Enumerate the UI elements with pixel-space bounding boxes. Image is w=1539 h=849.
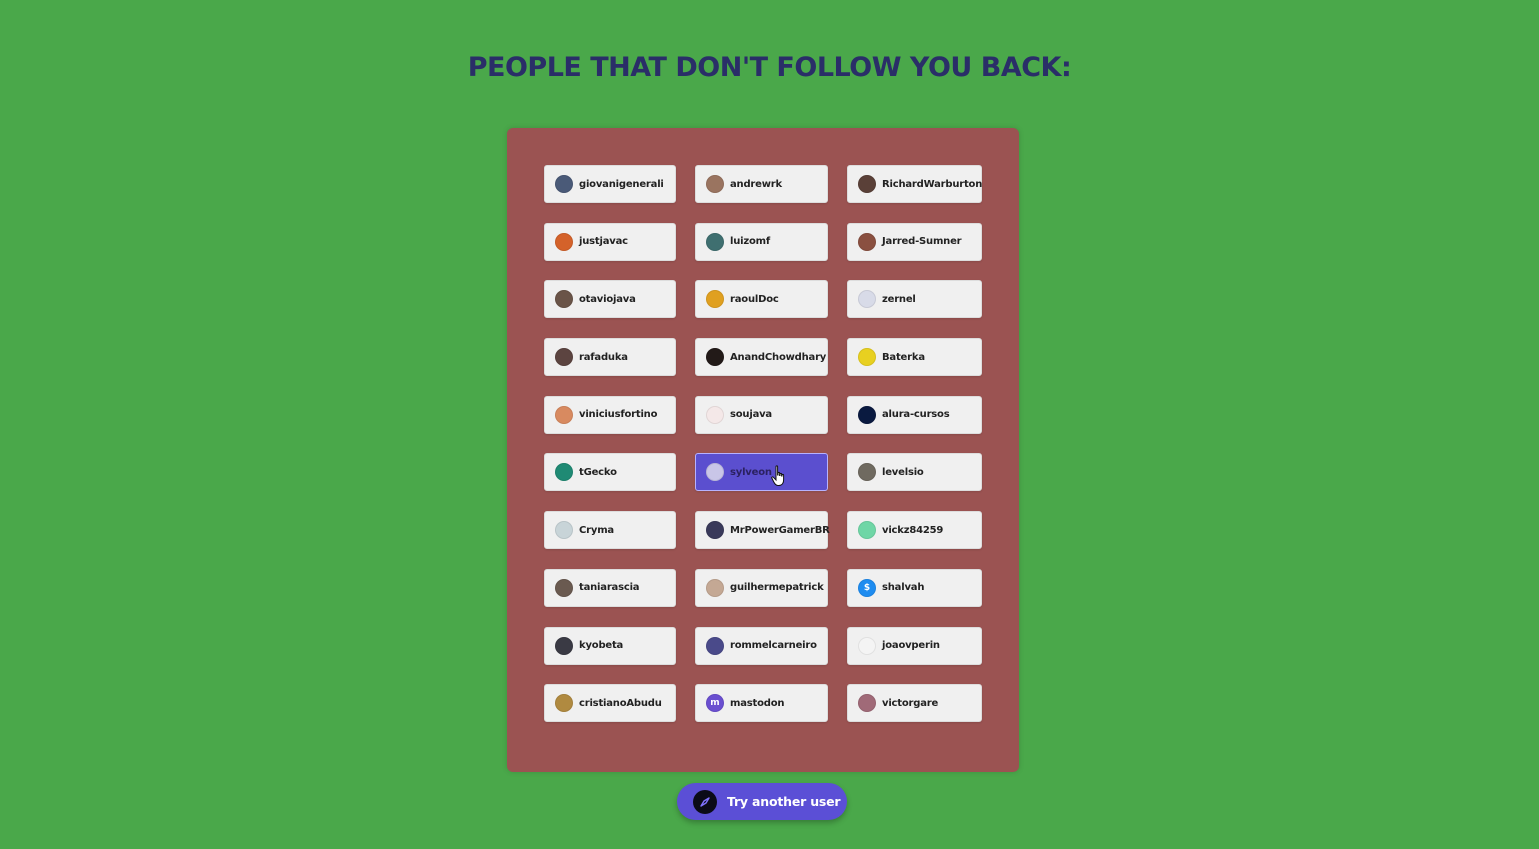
username-label: Baterka (882, 351, 925, 363)
username-label: raoulDoc (730, 293, 779, 305)
avatar (858, 348, 876, 367)
username-label: MrPowerGamerBR (730, 524, 830, 536)
avatar (555, 405, 573, 424)
user-card-richardwarburton[interactable]: RichardWarburton (847, 165, 982, 203)
avatar (555, 290, 573, 309)
username-label: rafaduka (579, 351, 628, 363)
avatar (858, 636, 876, 655)
username-label: AnandChowdhary (730, 351, 827, 363)
user-card-giovanigenerali[interactable]: giovanigenerali (544, 165, 676, 203)
user-card-guilhermepatrick[interactable]: guilhermepatrick (695, 568, 828, 607)
user-card-victorgare[interactable]: victorgare (847, 684, 982, 723)
user-card-zernel[interactable]: zernel (847, 280, 982, 319)
avatar (706, 290, 724, 309)
avatar (706, 463, 724, 482)
username-label: cristianoAbudu (579, 697, 662, 709)
user-card-mrpowergamerbr[interactable]: MrPowerGamerBR (695, 511, 830, 550)
user-card-raouldoc[interactable]: raoulDoc (695, 280, 828, 319)
user-card-alura-cursos[interactable]: alura-cursos (847, 395, 982, 434)
try-another-user-label: Try another user (727, 794, 841, 809)
username-label: justjavac (579, 236, 628, 248)
username-label: otaviojava (579, 293, 636, 305)
avatar (706, 636, 724, 655)
avatar (706, 232, 724, 251)
username-label: taniarascia (579, 582, 640, 594)
avatar (706, 578, 724, 597)
compass-icon (693, 789, 717, 814)
user-card-soujava[interactable]: soujava (695, 395, 828, 434)
username-label: giovanigenerali (579, 178, 664, 190)
avatar (555, 348, 573, 367)
avatar (555, 463, 573, 482)
user-card-otaviojava[interactable]: otaviojava (544, 280, 676, 319)
username-label: zernel (882, 293, 916, 305)
username-label: kyobeta (579, 640, 624, 651)
username-label: alura-cursos (882, 409, 950, 421)
username-label: tGecko (579, 466, 617, 478)
username-label: vickz84259 (882, 524, 944, 536)
username-label: soujava (730, 409, 772, 421)
user-card-cristianoabudu[interactable]: cristianoAbudu (544, 684, 676, 723)
username-label: shalvah (882, 582, 925, 594)
user-card-andrewrk[interactable]: andrewrk (695, 165, 828, 203)
username-label: viniciusfortino (579, 409, 658, 421)
username-label: levelsio (882, 466, 924, 478)
avatar (858, 463, 876, 482)
user-card-rafaduka[interactable]: rafaduka (544, 338, 676, 377)
avatar (706, 405, 724, 424)
avatar (555, 636, 573, 655)
username-label: joaovperin (882, 640, 940, 651)
avatar (706, 348, 724, 367)
username-label: victorgare (882, 697, 939, 709)
username-label: RichardWarburton (882, 178, 983, 190)
avatar (858, 405, 876, 424)
avatar (706, 175, 724, 193)
user-card-luizomf[interactable]: luizomf (695, 222, 828, 261)
avatar (555, 175, 573, 193)
username-label: rommelcarneiro (730, 640, 817, 651)
user-card-mastodon[interactable]: m mastodon (695, 684, 828, 723)
user-card-vickz84259[interactable]: vickz84259 (847, 511, 982, 550)
avatar (706, 521, 724, 540)
avatar (858, 175, 876, 193)
user-card-tgecko[interactable]: tGecko (544, 453, 676, 492)
avatar (858, 694, 876, 713)
avatar (858, 521, 876, 540)
user-card-viniciusfortino[interactable]: viniciusfortino (544, 395, 676, 434)
avatar: $ (858, 578, 876, 597)
avatar (858, 232, 876, 251)
user-card-levelsio[interactable]: levelsio (847, 453, 982, 492)
username-label: Jarred-Sumner (882, 236, 962, 248)
user-card-shalvah[interactable]: $ shalvah (847, 568, 982, 607)
username-label: sylveon (730, 466, 772, 478)
username-label: mastodon (730, 697, 785, 709)
avatar (555, 694, 573, 713)
user-card-anandchowdhary[interactable]: AnandChowdhary (695, 338, 828, 377)
users-grid: giovanigenerali andrewrk RichardWarburton j… (544, 165, 982, 723)
user-card-jarred-sumner[interactable]: Jarred-Sumner (847, 222, 982, 261)
user-card-justjavac[interactable]: justjavac (544, 222, 676, 261)
avatar (555, 232, 573, 251)
user-card-kyobeta[interactable]: kyobeta (544, 626, 676, 665)
users-panel: giovanigenerali andrewrk RichardWarburton j… (507, 128, 1019, 772)
user-card-taniarascia[interactable]: taniarascia (544, 568, 676, 607)
username-label: guilhermepatrick (730, 582, 824, 594)
username-label: Cryma (579, 524, 614, 536)
avatar: m (706, 694, 724, 713)
username-label: luizomf (730, 236, 771, 248)
avatar (555, 521, 573, 540)
try-another-user-button[interactable]: Try another user (677, 783, 847, 820)
username-label: andrewrk (730, 178, 782, 190)
user-card-rommelcarneiro[interactable]: rommelcarneiro (695, 626, 828, 665)
user-card-baterka[interactable]: Baterka (847, 338, 982, 377)
user-card-cryma[interactable]: Cryma (544, 511, 676, 550)
avatar (555, 578, 573, 597)
user-card-sylveon[interactable]: sylveon (695, 453, 828, 492)
avatar (858, 290, 876, 309)
page-title: PEOPLE THAT DON'T FOLLOW YOU BACK: (467, 52, 1072, 83)
user-card-joaovperin[interactable]: joaovperin (847, 626, 982, 665)
